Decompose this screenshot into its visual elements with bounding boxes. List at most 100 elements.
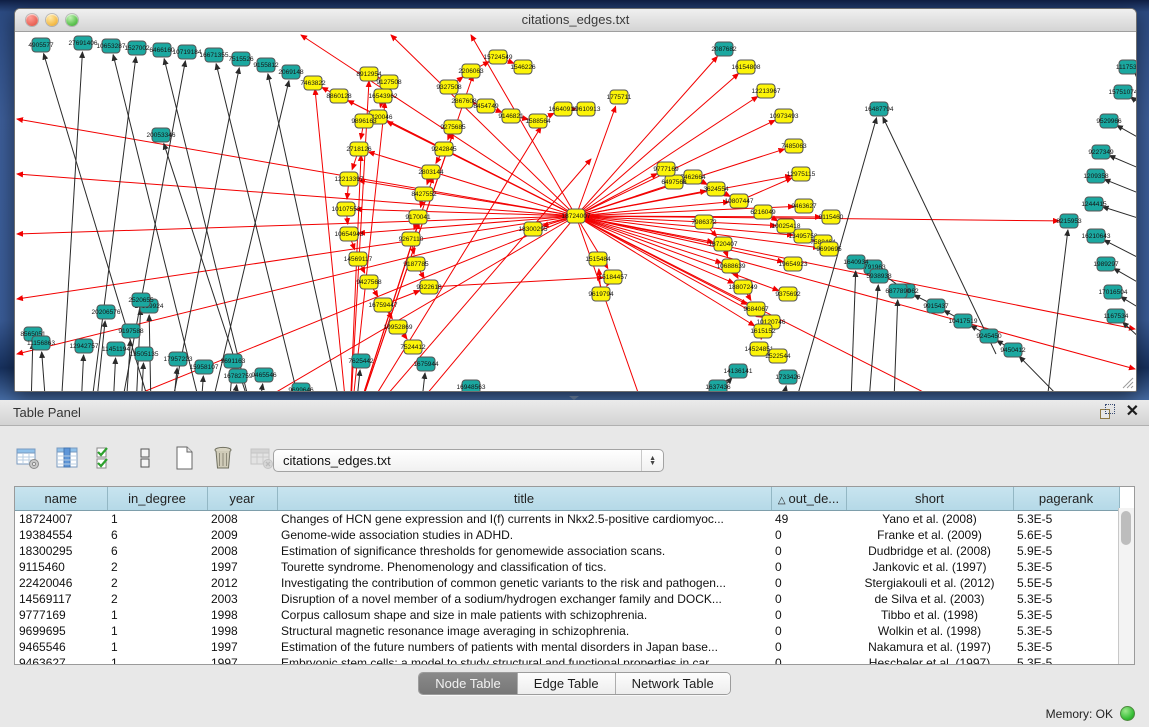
graph-node[interactable]: 9691163 (221, 354, 246, 368)
graph-node[interactable]: 8427552 (411, 187, 437, 201)
graph-node[interactable]: 2522544 (765, 349, 791, 363)
graph-node[interactable]: 10653287 (97, 39, 126, 53)
graph-node[interactable]: 9327508 (436, 80, 462, 94)
table-row[interactable]: 946554611997Estimation of the future num… (15, 639, 1119, 655)
table-cell-out_degree[interactable]: 0 (771, 543, 846, 559)
graph-node[interactable]: 8454749 (473, 99, 499, 113)
table-row[interactable]: 1938455462009Genome-wide association stu… (15, 527, 1119, 543)
column-header-out_degree[interactable]: △out_de... (771, 487, 846, 511)
graph-node[interactable]: 6466160 (149, 43, 175, 57)
close-panel-icon[interactable]: ✕ (1126, 404, 1139, 420)
graph-node[interactable]: 9127508 (376, 75, 402, 89)
graph-node[interactable]: 19610913 (572, 102, 601, 116)
table-cell-year[interactable]: 2009 (207, 527, 277, 543)
graph-node[interactable]: 27691406 (69, 36, 98, 50)
table-cell-pagerank[interactable]: 5.3E-5 (1013, 607, 1119, 623)
graph-node[interactable]: 7986372 (691, 215, 717, 229)
table-row[interactable]: 977716911998Corpus callosum shape and si… (15, 607, 1119, 623)
table-cell-in_degree[interactable]: 6 (107, 527, 207, 543)
tab-network-table[interactable]: Network Table (616, 673, 730, 694)
graph-node[interactable]: 3624554 (703, 182, 729, 196)
table-cell-in_degree[interactable]: 1 (107, 511, 207, 528)
graph-node[interactable]: 1637436 (705, 380, 731, 391)
graph-node[interactable]: 16154808 (732, 60, 761, 74)
table-cell-year[interactable]: 1997 (207, 639, 277, 655)
graph-node[interactable]: 1244415 (1081, 197, 1107, 211)
graph-node[interactable]: 6216049 (750, 205, 776, 219)
graph-node[interactable]: 9275685 (440, 120, 466, 134)
graph-node[interactable]: 7524412 (400, 340, 426, 354)
graph-node[interactable]: 16948563 (457, 380, 486, 391)
graph-node[interactable]: 16487794 (865, 102, 894, 116)
graph-node[interactable]: 9463627 (791, 199, 817, 213)
graph-node[interactable]: 1588564 (525, 114, 551, 128)
graph-node[interactable]: 7515526 (228, 52, 254, 66)
column-header-year[interactable]: year (207, 487, 277, 511)
table-cell-title[interactable]: Corpus callosum shape and size in male p… (277, 607, 771, 623)
table-row[interactable]: 1456911722003Disruption of a novel membe… (15, 591, 1119, 607)
graph-node[interactable]: 10417519 (949, 314, 978, 328)
delete-columns-button[interactable] (209, 444, 237, 472)
table-cell-pagerank[interactable]: 5.9E-5 (1013, 543, 1119, 559)
graph-node[interactable]: 9155812 (253, 58, 279, 72)
table-cell-short[interactable]: Nakamura et al. (1997) (846, 639, 1013, 655)
graph-node[interactable]: 13505135 (130, 347, 159, 361)
graph-node[interactable]: 18720407 (709, 237, 738, 251)
table-cell-short[interactable]: Dudbridge et al. (2008) (846, 543, 1013, 559)
table-source-dropdown[interactable]: citations_edges.txt ▲▼ (273, 449, 664, 472)
table-cell-name[interactable]: 9465546 (15, 639, 107, 655)
table-cell-pagerank[interactable]: 5.3E-5 (1013, 623, 1119, 639)
graph-node[interactable]: 9699695 (816, 242, 842, 256)
graph-node[interactable]: 18807249 (729, 280, 758, 294)
graph-node[interactable]: 1675944 (413, 357, 439, 371)
table-cell-in_degree[interactable]: 6 (107, 543, 207, 559)
graph-node[interactable]: 9242845 (431, 142, 457, 156)
column-header-short[interactable]: short (846, 487, 1013, 511)
table-cell-in_degree[interactable]: 1 (107, 655, 207, 665)
graph-node[interactable]: 9529966 (1096, 114, 1122, 128)
tab-node-table[interactable]: Node Table (419, 673, 518, 694)
table-cell-short[interactable]: Jankovic et al. (1997) (846, 559, 1013, 575)
graph-node[interactable]: 4905577 (28, 38, 54, 52)
table-cell-name[interactable]: 18724007 (15, 511, 107, 528)
table-cell-out_degree[interactable]: 0 (771, 623, 846, 639)
graph-node[interactable]: 7463822 (300, 76, 326, 90)
graph-node[interactable]: 10107553 (332, 202, 361, 216)
table-cell-in_degree[interactable]: 2 (107, 575, 207, 591)
table-row[interactable]: 911546021997Tourette syndrome. Phenomeno… (15, 559, 1119, 575)
graph-node[interactable]: 9915437 (923, 299, 949, 313)
graph-node[interactable]: 2206063 (458, 64, 484, 78)
new-table-button[interactable] (170, 444, 198, 472)
graph-node[interactable]: 16671355 (200, 48, 229, 62)
graph-node[interactable]: 15184457 (599, 270, 628, 284)
graph-node[interactable]: 7625442 (348, 354, 374, 368)
table-cell-name[interactable]: 9463627 (15, 655, 107, 665)
column-header-name[interactable]: name (15, 487, 107, 511)
graph-node[interactable]: 9699646 (288, 383, 314, 391)
table-cell-year[interactable]: 1998 (207, 607, 277, 623)
table-cell-title[interactable]: Estimation of significance thresholds fo… (277, 543, 771, 559)
table-cell-year[interactable]: 2008 (207, 511, 277, 528)
table-cell-in_degree[interactable]: 1 (107, 623, 207, 639)
table-cell-pagerank[interactable]: 5.6E-5 (1013, 527, 1119, 543)
table-cell-out_degree[interactable]: 0 (771, 527, 846, 543)
table-cell-year[interactable]: 1997 (207, 655, 277, 665)
table-cell-name[interactable]: 9699695 (15, 623, 107, 639)
graph-node[interactable]: 20206576 (92, 305, 121, 319)
network-canvas[interactable]: 4905577276914061065328715270026466160107… (15, 32, 1136, 391)
table-cell-out_degree[interactable]: 0 (771, 575, 846, 591)
graph-node[interactable]: 15958107 (190, 360, 219, 374)
table-cell-pagerank[interactable]: 5.3E-5 (1013, 639, 1119, 655)
table-row[interactable]: 1872400712008Changes of HCN gene express… (15, 511, 1119, 528)
graph-node[interactable]: 9146821 (498, 109, 524, 123)
table-cell-name[interactable]: 14569117 (15, 591, 107, 607)
table-cell-in_degree[interactable]: 2 (107, 591, 207, 607)
graph-node[interactable]: 16543962 (369, 89, 398, 103)
graph-node[interactable]: 9450412 (1000, 343, 1026, 357)
graph-node[interactable]: 9427568 (356, 275, 382, 289)
graph-node[interactable]: 10654943 (335, 227, 364, 241)
graph-node[interactable]: 9465546 (251, 368, 277, 382)
graph-node[interactable]: 1775711 (607, 90, 632, 104)
table-scrollbar[interactable] (1118, 508, 1134, 664)
graph-node[interactable]: 15751074 (1109, 85, 1136, 99)
